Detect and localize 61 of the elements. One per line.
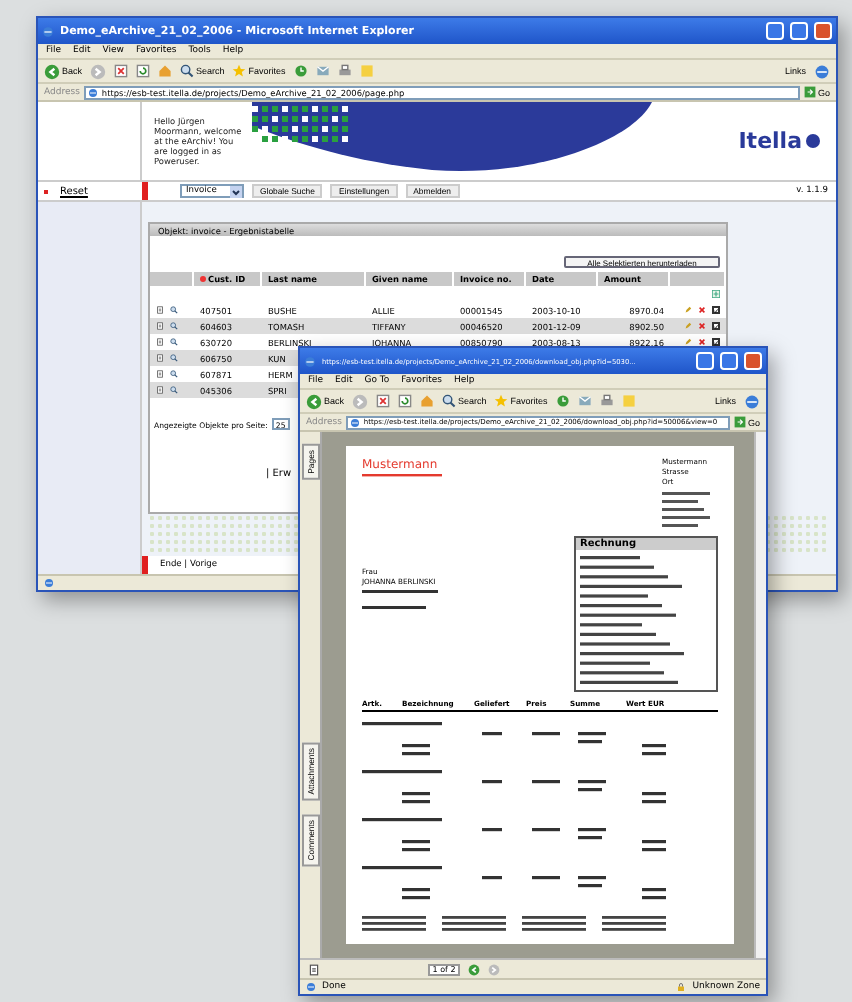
document-icon[interactable] (156, 306, 164, 314)
close-button[interactable] (814, 22, 832, 40)
history-icon[interactable] (555, 394, 570, 408)
browser-icon (814, 63, 830, 79)
maximize-button[interactable] (790, 22, 808, 40)
maximize-button[interactable] (720, 352, 738, 370)
tagline-drawing (362, 474, 442, 478)
browser-icon (42, 25, 54, 37)
refresh-icon[interactable] (398, 394, 413, 408)
search-icon[interactable] (170, 322, 178, 330)
go-arrow-icon (733, 416, 746, 428)
go-arrow-icon (803, 86, 816, 98)
page-icon (306, 982, 316, 992)
search-icon[interactable] (170, 306, 178, 314)
stop-icon[interactable] (114, 64, 129, 78)
browser-icon (304, 355, 316, 367)
search-icon[interactable] (170, 386, 178, 394)
logo-dot-icon (806, 134, 820, 148)
delete-icon[interactable] (698, 322, 706, 330)
page-icon (87, 87, 98, 97)
search-icon[interactable] (170, 354, 178, 362)
document-icon[interactable] (156, 386, 164, 394)
lock-icon (676, 982, 687, 992)
dropdown-icon (230, 185, 242, 197)
document-icon[interactable] (156, 338, 164, 346)
page-icon (44, 578, 54, 588)
search-icon[interactable] (170, 370, 178, 378)
back-arrow-icon (306, 393, 322, 409)
search-icon (442, 394, 457, 408)
delete-icon[interactable] (698, 306, 706, 314)
stop-icon[interactable] (376, 394, 391, 408)
back-arrow-icon (44, 63, 60, 79)
history-icon[interactable] (293, 64, 308, 78)
document-icon[interactable] (308, 963, 320, 975)
document-icon[interactable] (156, 370, 164, 378)
scrollbar[interactable] (754, 432, 766, 958)
search-icon (180, 64, 195, 78)
star-icon (494, 394, 509, 408)
sort-icon (200, 276, 206, 282)
printer-icon[interactable] (599, 394, 614, 408)
row-checkbox[interactable] (712, 338, 720, 346)
document-icon[interactable] (156, 322, 164, 330)
close-button[interactable] (744, 352, 762, 370)
document-icon[interactable] (156, 354, 164, 362)
mail-icon[interactable] (315, 64, 330, 78)
row-checkbox[interactable] (712, 322, 720, 330)
page-icon (349, 417, 360, 427)
browser-icon (744, 393, 760, 409)
printer-icon[interactable] (337, 64, 352, 78)
delete-icon[interactable] (698, 338, 706, 346)
minimize-button[interactable] (766, 22, 784, 40)
search-icon[interactable] (170, 338, 178, 346)
star-icon (232, 64, 247, 78)
row-checkbox[interactable] (712, 306, 720, 314)
minimize-button[interactable] (696, 352, 714, 370)
refresh-icon[interactable] (136, 64, 151, 78)
recipient-lines-drawing (362, 588, 442, 612)
select-all-icon[interactable] (712, 290, 720, 298)
mail-icon[interactable] (577, 394, 592, 408)
previous-page-icon[interactable] (468, 963, 480, 975)
logo-text: Itella (738, 128, 802, 154)
